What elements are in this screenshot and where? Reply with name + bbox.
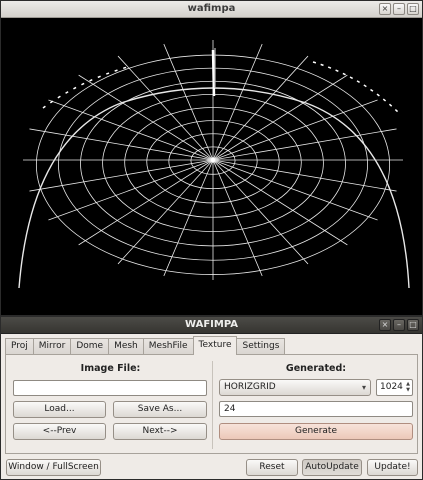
image-file-path-input[interactable] xyxy=(13,380,207,396)
minimize-icon[interactable]: – xyxy=(393,319,405,331)
grid-spoke xyxy=(212,99,378,161)
viewer-title: wafimpa xyxy=(187,3,236,14)
grid-spoke xyxy=(212,128,397,161)
tab-settings[interactable]: Settings xyxy=(236,338,286,355)
tab-mesh[interactable]: Mesh xyxy=(108,338,144,355)
dome-viewport[interactable] xyxy=(1,18,422,315)
next-button[interactable]: Next--> xyxy=(113,423,207,440)
grid-center xyxy=(210,157,216,163)
image-file-heading: Image File: xyxy=(80,363,141,374)
divisions-input[interactable]: 24 xyxy=(219,401,413,417)
pattern-select-value: HORIZGRID xyxy=(224,382,276,392)
tab-bar: Proj Mirror Dome Mesh MeshFile Texture S… xyxy=(5,336,286,355)
control-title: WAFIMPA xyxy=(185,319,238,330)
spin-arrows-icon[interactable]: ▲ ▼ xyxy=(406,381,410,393)
control-window: WAFIMPA × – □ Proj Mirror Dome Mesh Mesh… xyxy=(0,316,423,480)
window-fullscreen-button[interactable]: Window / FullScreen xyxy=(6,459,101,476)
grid-spoke xyxy=(212,43,263,161)
minimize-icon[interactable]: – xyxy=(393,3,405,15)
pattern-select[interactable]: HORIZGRID ▾ xyxy=(219,379,371,396)
update-button[interactable]: Update! xyxy=(367,459,418,476)
resolution-spinbox[interactable]: 1024 ▲ ▼ xyxy=(376,379,413,396)
grid-spoke xyxy=(78,74,214,161)
grid-spoke xyxy=(212,159,263,277)
generated-heading: Generated: xyxy=(285,363,347,374)
grid-spoke xyxy=(117,159,214,265)
tab-meshfile[interactable]: MeshFile xyxy=(142,338,194,355)
chevron-down-icon: ▾ xyxy=(361,383,366,392)
close-icon[interactable]: × xyxy=(379,3,391,15)
grid-spoke xyxy=(48,99,214,161)
generate-button[interactable]: Generate xyxy=(219,423,413,440)
control-titlebar[interactable]: WAFIMPA × – □ xyxy=(1,317,422,334)
dome-grid-render xyxy=(18,40,410,289)
tab-mirror[interactable]: Mirror xyxy=(32,338,72,355)
prev-button[interactable]: <--Prev xyxy=(13,423,106,440)
grid-spoke xyxy=(78,159,214,246)
panel-divider xyxy=(212,361,213,449)
resolution-value: 1024 xyxy=(380,382,403,392)
grid-spoke xyxy=(163,159,214,277)
texture-panel: Image File: Load... Save As... <--Prev N… xyxy=(5,354,418,454)
grid-spoke xyxy=(212,159,397,192)
grid-spoke xyxy=(212,159,309,265)
grid-spoke xyxy=(29,159,214,192)
grid-spoke xyxy=(212,159,378,221)
tab-proj[interactable]: Proj xyxy=(5,338,34,355)
bottom-bar: Window / FullScreen Reset AutoUpdate Upd… xyxy=(1,456,422,480)
projection-artifacts xyxy=(42,48,400,114)
reset-button[interactable]: Reset xyxy=(246,459,298,476)
grid-spoke xyxy=(212,74,348,161)
autoupdate-button[interactable]: AutoUpdate xyxy=(302,459,362,476)
viewer-window: wafimpa × – □ xyxy=(0,0,423,316)
tab-texture[interactable]: Texture xyxy=(192,336,238,355)
load-button[interactable]: Load... xyxy=(13,401,106,418)
grid-spoke xyxy=(212,159,348,246)
save-as-button[interactable]: Save As... xyxy=(113,401,207,418)
grid-spoke xyxy=(163,43,214,161)
tab-dome[interactable]: Dome xyxy=(70,338,110,355)
close-icon[interactable]: × xyxy=(379,319,391,331)
grid-spoke xyxy=(48,159,214,221)
viewer-titlebar[interactable]: wafimpa × – □ xyxy=(1,1,422,18)
maximize-icon[interactable]: □ xyxy=(407,3,419,15)
maximize-icon[interactable]: □ xyxy=(407,319,419,331)
